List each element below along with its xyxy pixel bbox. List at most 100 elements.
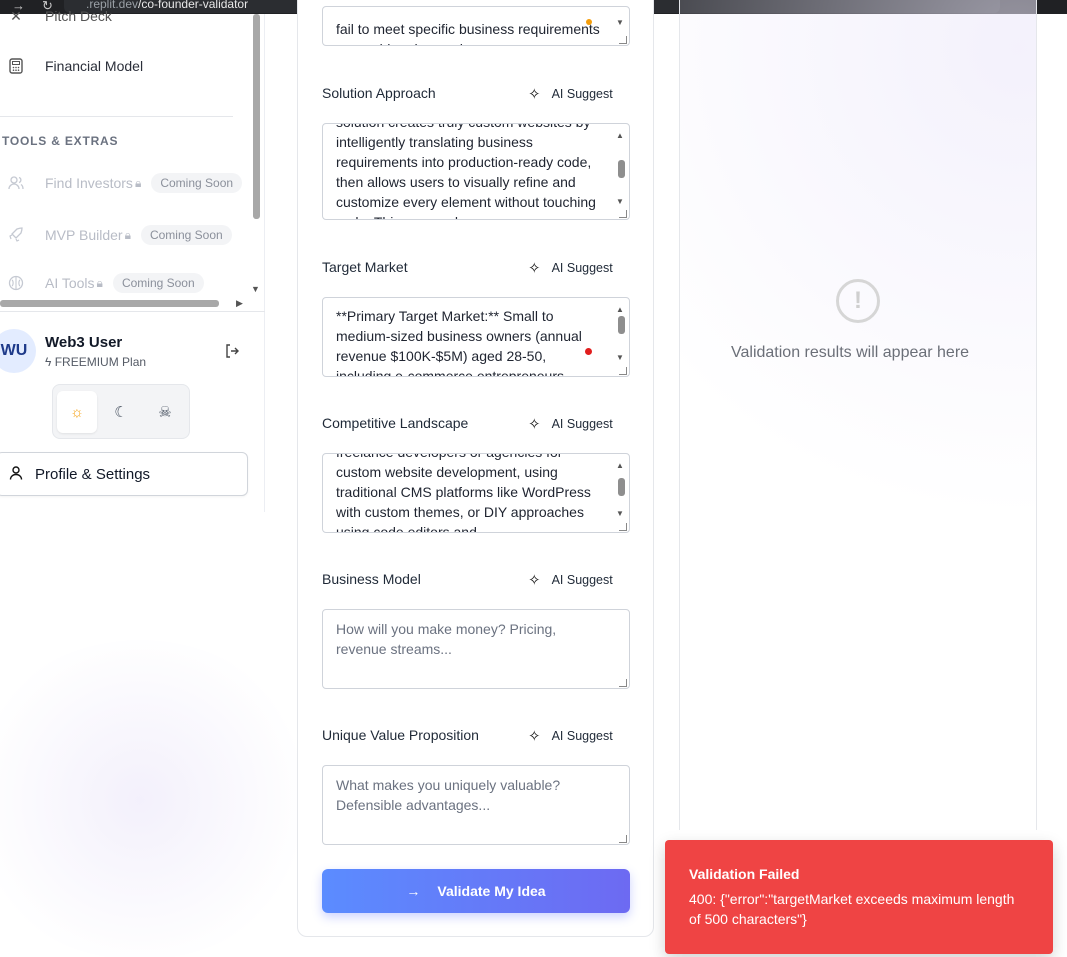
profile-settings-label: Profile & Settings — [35, 465, 151, 483]
sparkles-icon: ✧ — [528, 86, 541, 103]
brain-icon — [8, 275, 24, 291]
unique-value-proposition-label: Unique Value Proposition — [322, 727, 479, 743]
ai-suggest-label: AI Suggest — [551, 573, 613, 587]
dark-theme-button[interactable]: ☾ — [101, 391, 141, 433]
rocket-icon — [8, 227, 24, 243]
textarea-scrollbar[interactable] — [618, 160, 625, 178]
ai-suggest-label: AI Suggest — [551, 87, 613, 101]
resize-handle[interactable] — [619, 679, 627, 687]
sparkles-icon: ✧ — [528, 260, 541, 277]
avatar[interactable]: WU — [0, 329, 36, 373]
target-market-label: Target Market — [322, 259, 408, 275]
error-indicator — [585, 348, 592, 355]
sparkles-icon: ✧ — [528, 728, 541, 745]
profile-settings-button[interactable]: Profile & Settings — [0, 452, 248, 496]
light-theme-button[interactable]: ☼ — [57, 391, 97, 433]
lock-icon: 🔒︎ — [96, 275, 103, 290]
resize-handle[interactable] — [619, 36, 627, 44]
ai-suggest-label: AI Suggest — [551, 417, 613, 431]
sidebar-item-pitch-deck[interactable]: ✕ Pitch Deck — [8, 7, 112, 25]
resize-handle[interactable] — [619, 523, 627, 531]
solution-approach-textarea[interactable]: solution creates truly custom websites b… — [322, 123, 630, 220]
textarea-scrollbar[interactable] — [618, 478, 625, 496]
ai-suggest-button[interactable]: ✧ AI Suggest — [528, 259, 613, 277]
moon-icon: ☾ — [114, 404, 128, 421]
sidebar-item-ai-tools[interactable]: AI Tools 🔒︎ Coming Soon — [8, 273, 204, 293]
ai-suggest-label: AI Suggest — [551, 729, 613, 743]
resize-handle[interactable] — [619, 835, 627, 843]
user-name: Web3 User — [45, 334, 123, 351]
resize-handle[interactable] — [619, 210, 627, 218]
unique-value-proposition-textarea[interactable]: What makes you uniquely valuable? Defens… — [322, 765, 630, 845]
sidebar-divider — [0, 116, 233, 117]
resize-handle[interactable] — [619, 367, 627, 375]
business-model-label: Business Model — [322, 571, 421, 587]
tools-section-title: TOOLS & EXTRAS — [2, 134, 119, 148]
lock-icon: 🔒︎ — [124, 227, 131, 242]
skull-icon: ☠︎ — [158, 404, 172, 421]
textarea-placeholder: How will you make money? Pricing, revenu… — [336, 621, 557, 657]
business-model-textarea[interactable]: How will you make money? Pricing, revenu… — [322, 609, 630, 689]
sparkles-icon: ✧ — [528, 572, 541, 589]
results-panel — [679, 0, 1037, 830]
sidebar-horizontal-scrollbar[interactable] — [0, 300, 219, 307]
alt-theme-button[interactable]: ☠︎ — [145, 391, 185, 433]
textarea-placeholder: What makes you uniquely valuable? Defens… — [336, 777, 561, 813]
spellcheck-indicator — [586, 19, 592, 25]
background-glow — [0, 640, 320, 957]
lock-icon: 🔒︎ — [134, 175, 142, 190]
ai-suggest-button[interactable]: ✧ AI Suggest — [528, 415, 613, 433]
ai-suggest-button[interactable]: ✧ AI Suggest — [528, 85, 613, 103]
error-toast[interactable]: Validation Failed 400: {"error":"targetM… — [665, 840, 1053, 954]
user-plan: ϟ FREEMIUM Plan — [45, 355, 146, 369]
toast-message: 400: {"error":"targetMarket exceeds maxi… — [689, 891, 1015, 927]
sidebar-item-find-investors[interactable]: Find Investors 🔒︎ Coming Soon — [8, 173, 243, 193]
scroll-right-icon[interactable]: ▶ — [236, 298, 243, 309]
sidebar-item-label: Financial Model — [45, 58, 144, 74]
competitive-landscape-label: Competitive Landscape — [322, 415, 469, 431]
textarea-value: solution creates truly custom websites b… — [336, 124, 596, 219]
solution-approach-label: Solution Approach — [322, 85, 436, 101]
ai-suggest-button[interactable]: ✧ AI Suggest — [528, 727, 613, 745]
scroll-up-icon[interactable]: ▲ — [616, 456, 626, 476]
textarea-scrollbar[interactable] — [618, 316, 625, 334]
textarea-value: **Primary Target Market:** Small to medi… — [336, 308, 582, 377]
toast-title: Validation Failed — [689, 866, 800, 882]
scroll-down-icon[interactable]: ▼ — [616, 192, 626, 212]
coming-soon-badge: Coming Soon — [151, 173, 243, 193]
theme-switcher: ☼ ☾ ☠︎ — [52, 384, 190, 439]
scroll-down-icon[interactable]: ▼ — [616, 504, 626, 524]
sidebar-vertical-scrollbar[interactable] — [253, 14, 260, 219]
sun-icon: ☼ — [70, 403, 84, 421]
sidebar-item-mvp-builder[interactable]: MVP Builder 🔒︎ Coming Soon — [8, 225, 232, 245]
users-icon — [8, 175, 24, 191]
coming-soon-badge: Coming Soon — [112, 273, 204, 293]
textarea-value: freelance developers or agencies for cus… — [336, 454, 591, 533]
user-icon — [9, 465, 23, 483]
sidebar-footer-divider — [0, 311, 265, 312]
calculator-icon — [8, 58, 24, 74]
scroll-down-icon[interactable]: ▼ — [251, 284, 260, 294]
sidebar-item-label: Find Investors — [45, 175, 133, 191]
problem-textarea[interactable]: fail to meet specific business requireme… — [322, 6, 630, 46]
validate-idea-label: Validate My Idea — [437, 883, 546, 899]
alert-circle-icon: ! — [836, 279, 880, 323]
sidebar-item-financial-model[interactable]: Financial Model — [8, 58, 143, 74]
scroll-down-icon[interactable]: ▼ — [616, 348, 626, 368]
scroll-down-icon[interactable]: ▼ — [616, 13, 626, 33]
ai-suggest-label: AI Suggest — [551, 261, 613, 275]
logout-icon[interactable] — [224, 343, 240, 363]
close-icon: ✕ — [10, 7, 22, 24]
coming-soon-badge: Coming Soon — [140, 225, 232, 245]
plan-label: FREEMIUM Plan — [54, 355, 147, 369]
arrow-right-icon: → — [406, 883, 421, 899]
ai-suggest-button[interactable]: ✧ AI Suggest — [528, 571, 613, 589]
sidebar-item-label: AI Tools — [45, 275, 95, 291]
target-market-textarea[interactable]: **Primary Target Market:** Small to medi… — [322, 297, 630, 377]
competitive-landscape-textarea[interactable]: freelance developers or agencies for cus… — [322, 453, 630, 533]
sidebar-item-label: Pitch Deck — [45, 8, 112, 24]
validate-idea-button[interactable]: → Validate My Idea — [322, 869, 630, 913]
sparkles-icon: ✧ — [528, 416, 541, 433]
scroll-up-icon[interactable]: ▲ — [616, 126, 626, 146]
bolt-icon: ϟ — [45, 355, 52, 369]
